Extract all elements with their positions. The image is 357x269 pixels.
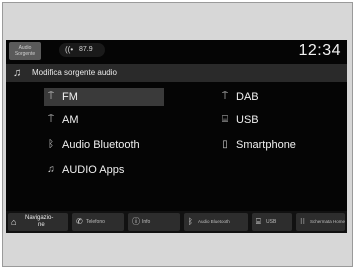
- source-option-label: FM: [62, 91, 78, 103]
- bottom-bar: ⌂ Navigazio- ne ✆ Telefono ⓘ Info ᛒ Audi…: [6, 211, 347, 233]
- audio-bluetooth-button[interactable]: ᛒ Audio Bluetooth: [184, 213, 248, 231]
- usb-button-label: USB: [266, 219, 277, 225]
- source-option-bluetooth[interactable]: ᛒ Audio Bluetooth: [44, 136, 184, 154]
- smartphone-icon: ▯: [222, 139, 228, 150]
- radio-antenna-icon: ⍑: [48, 114, 54, 125]
- source-menu-header: ♫ Modifica sorgente audio: [6, 64, 347, 82]
- audio-source-label: Audio Sorgente: [14, 45, 36, 57]
- source-option-label: Audio Bluetooth: [62, 139, 140, 151]
- audio-source-button[interactable]: Audio Sorgente: [9, 42, 41, 60]
- source-option-audio-apps[interactable]: ♫ AUDIO Apps: [44, 161, 184, 179]
- infotainment-screen: Audio Sorgente ((• 87.9 12:34 ♫ Modifica…: [6, 40, 347, 233]
- source-option-label: USB: [236, 114, 259, 126]
- source-option-dab[interactable]: ⍑ DAB: [218, 88, 328, 106]
- navigation-label-line2: ne: [38, 222, 45, 228]
- usb-button[interactable]: ⌸ USB: [252, 213, 292, 231]
- home-screen-button-label: Schermata Home: [310, 219, 345, 224]
- music-note-icon: ♫: [47, 164, 55, 175]
- status-bar: Audio Sorgente ((• 87.9 12:34: [6, 40, 347, 62]
- source-option-am[interactable]: ⍑ AM: [44, 111, 164, 129]
- source-option-fm[interactable]: ⍑ FM: [44, 88, 164, 106]
- home-icon: ⌂: [11, 217, 17, 227]
- audio-bluetooth-button-label: Audio Bluetooth: [198, 219, 230, 224]
- music-note-icon: ♫: [13, 67, 22, 79]
- source-option-label: AUDIO Apps: [62, 164, 125, 176]
- source-option-label: DAB: [236, 91, 259, 103]
- info-button-label: Info: [142, 219, 151, 225]
- source-option-label: AM: [62, 114, 79, 126]
- info-icon: ⓘ: [132, 217, 140, 226]
- grid-icon: ⁝⁝: [300, 217, 306, 226]
- phone-button[interactable]: ✆ Telefono: [72, 213, 124, 231]
- usb-icon: ⌸: [256, 217, 261, 226]
- bluetooth-icon: ᛒ: [188, 217, 193, 226]
- radio-antenna-icon: ⍑: [48, 91, 54, 102]
- clock: 12:34: [298, 42, 341, 59]
- usb-icon: ⌸: [222, 114, 228, 125]
- source-option-label: Smartphone: [236, 139, 296, 151]
- home-screen-button[interactable]: ⁝⁝ Schermata Home: [296, 213, 345, 231]
- phone-button-label: Telefono: [86, 219, 105, 225]
- source-option-usb[interactable]: ⌸ USB: [218, 111, 328, 129]
- source-option-smartphone[interactable]: ▯ Smartphone: [218, 136, 338, 154]
- page-title: Modifica sorgente audio: [32, 68, 117, 77]
- bluetooth-icon: ᛒ: [48, 139, 54, 150]
- station-frequency: 87.9: [79, 46, 93, 53]
- navigation-button[interactable]: ⌂ Navigazio- ne: [8, 213, 68, 231]
- navigation-label-line1: Navigazio-: [25, 215, 54, 221]
- info-button[interactable]: ⓘ Info: [128, 213, 180, 231]
- current-station-indicator[interactable]: ((• 87.9: [59, 43, 105, 57]
- radio-wave-icon: ((•: [65, 45, 74, 54]
- radio-antenna-icon: ⍑: [222, 91, 228, 102]
- phone-icon: ✆: [76, 217, 83, 226]
